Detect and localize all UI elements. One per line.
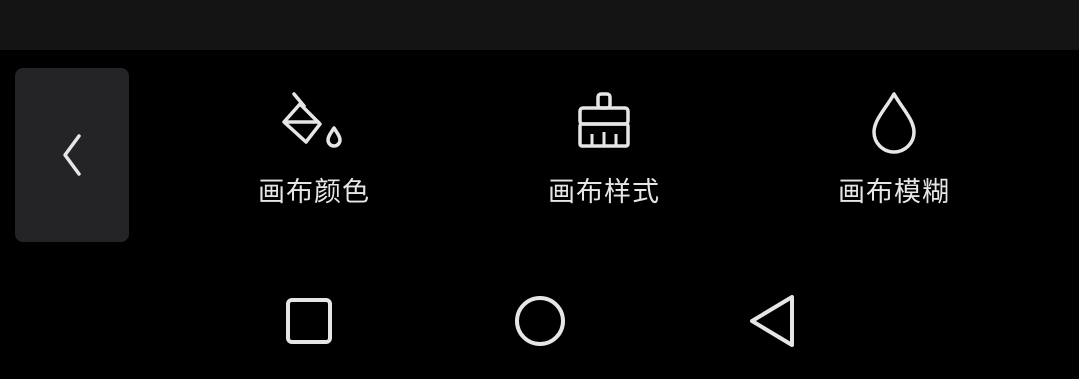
canvas-blur-button[interactable]: 画布模糊	[794, 88, 994, 218]
canvas-style-label: 画布样式	[548, 177, 660, 208]
top-strip	[0, 0, 1079, 50]
droplet-icon	[872, 92, 916, 154]
recents-button[interactable]	[279, 291, 339, 351]
nav-back-button[interactable]	[740, 291, 800, 351]
canvas-color-button[interactable]: 画布颜色	[214, 88, 414, 218]
chevron-left-icon	[63, 134, 81, 176]
home-button[interactable]	[510, 291, 570, 351]
back-button[interactable]	[15, 68, 129, 242]
triangle-back-icon	[750, 295, 794, 347]
paint-bucket-icon	[282, 92, 342, 148]
canvas-style-button[interactable]: 画布样式	[504, 88, 704, 218]
canvas-color-label: 画布颜色	[258, 177, 370, 208]
brush-icon	[578, 92, 630, 148]
square-recents-icon	[286, 298, 332, 344]
canvas-blur-label: 画布模糊	[838, 177, 950, 208]
system-navigation-bar	[0, 265, 1079, 379]
canvas-toolbar: 画布颜色 画布样式 画布模糊	[0, 50, 1079, 265]
circle-home-icon	[515, 296, 565, 346]
